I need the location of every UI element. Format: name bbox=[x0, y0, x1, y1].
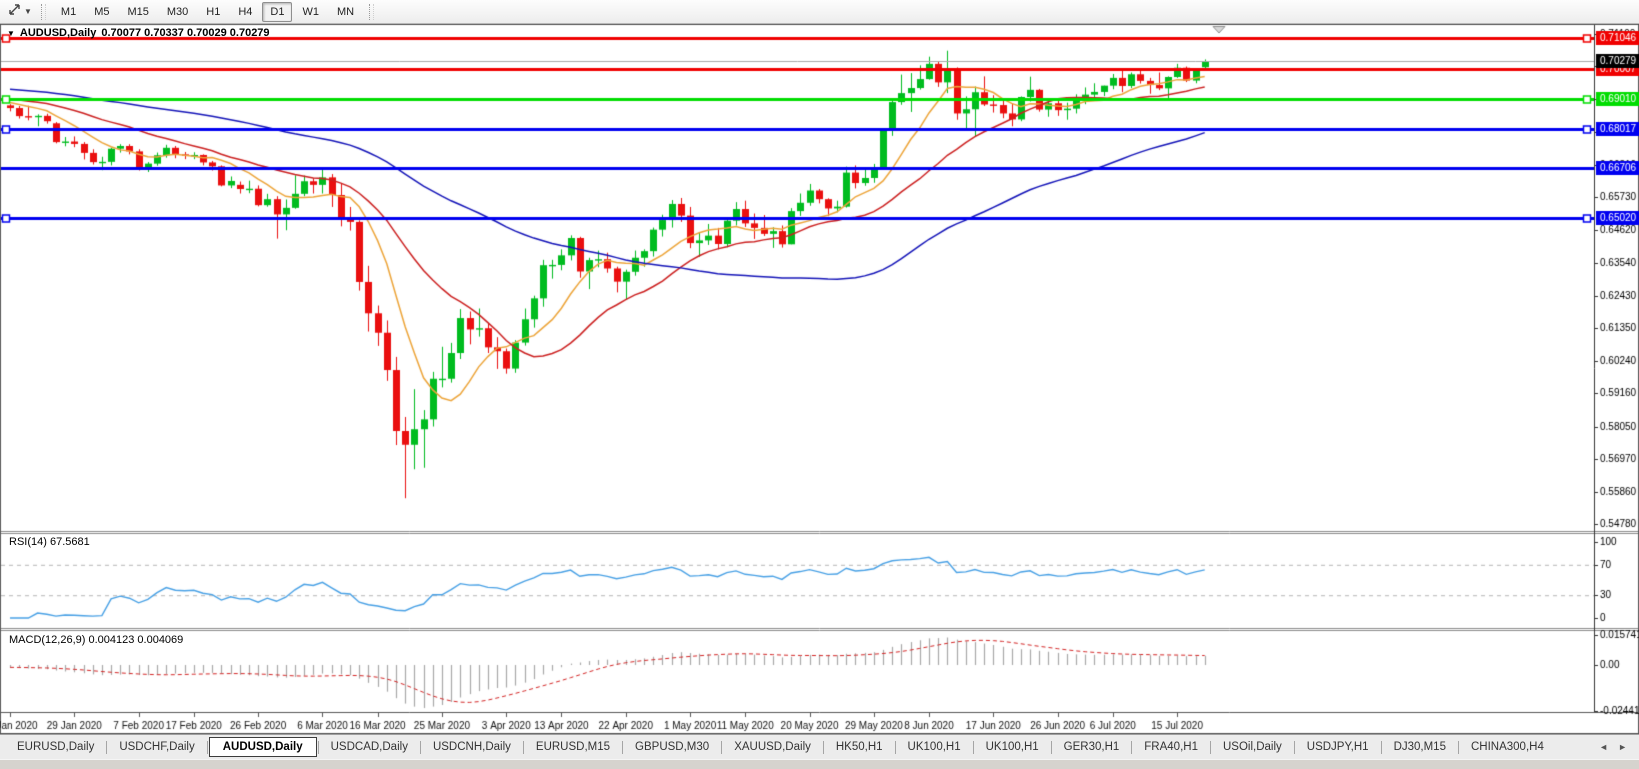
tab-divider bbox=[106, 741, 107, 754]
chart-window: ▼ AUDUSD,Daily 0.70077 0.70337 0.70029 0… bbox=[0, 24, 1639, 734]
tab-divider bbox=[1210, 741, 1211, 754]
chart-title: ▼ AUDUSD,Daily 0.70077 0.70337 0.70029 0… bbox=[7, 27, 270, 39]
chart-tab-usoil-daily[interactable]: USOil,Daily bbox=[1212, 738, 1293, 756]
toolbar: ▼ M1M5M15M30H1H4D1W1MN bbox=[0, 0, 1639, 24]
timeframe-button-m1[interactable]: M1 bbox=[53, 2, 84, 22]
tab-divider bbox=[420, 741, 421, 754]
chart-tab-hk50-h1[interactable]: HK50,H1 bbox=[825, 738, 894, 756]
tab-divider bbox=[823, 741, 824, 754]
tab-divider bbox=[1051, 741, 1052, 754]
timeframe-button-h1[interactable]: H1 bbox=[198, 2, 228, 22]
tab-divider bbox=[318, 741, 319, 754]
tab-divider bbox=[973, 741, 974, 754]
window-menu-icon[interactable]: ▼ bbox=[7, 29, 15, 38]
chart-tab-eurusd-m15[interactable]: EURUSD,M15 bbox=[525, 738, 621, 756]
chart-tab-uk100-h1[interactable]: UK100,H1 bbox=[975, 738, 1050, 756]
status-bar bbox=[0, 759, 1639, 769]
chart-tab-audusd-daily[interactable]: AUDUSD,Daily bbox=[209, 737, 317, 757]
tab-divider bbox=[523, 741, 524, 754]
chart-tab-uk100-h1[interactable]: UK100,H1 bbox=[897, 738, 972, 756]
tab-divider bbox=[1381, 741, 1382, 754]
tab-divider bbox=[622, 741, 623, 754]
timeframe-button-m15[interactable]: M15 bbox=[119, 2, 156, 22]
price-chart-canvas[interactable] bbox=[0, 24, 1639, 734]
chart-tabs-bar: EURUSD,DailyUSDCHF,DailyAUDUSD,DailyUSDC… bbox=[0, 734, 1639, 759]
chart-tab-usdcnh-daily[interactable]: USDCNH,Daily bbox=[422, 738, 522, 756]
tabs-scroll-arrows: ◄ ► bbox=[1599, 742, 1639, 752]
chart-tab-xauusd-daily[interactable]: XAUUSD,Daily bbox=[723, 738, 822, 756]
tab-divider bbox=[895, 741, 896, 754]
tab-divider bbox=[207, 741, 208, 754]
app-window: ▼ M1M5M15M30H1H4D1W1MN ▼ AUDUSD,Daily 0.… bbox=[0, 0, 1639, 769]
toolbar-grip bbox=[41, 4, 46, 20]
toolbar-grip bbox=[369, 4, 374, 20]
chevron-down-icon: ▼ bbox=[24, 8, 32, 16]
ohlc-values: 0.70077 0.70337 0.70029 0.70279 bbox=[101, 27, 269, 39]
timeframe-button-w1[interactable]: W1 bbox=[294, 2, 327, 22]
timeframe-button-m30[interactable]: M30 bbox=[159, 2, 196, 22]
rsi-label: RSI(14) 67.5681 bbox=[9, 536, 90, 548]
chart-tab-gbpusd-m30[interactable]: GBPUSD,M30 bbox=[624, 738, 720, 756]
cursor-tool-button[interactable]: ▼ bbox=[4, 1, 35, 23]
timeframe-button-h4[interactable]: H4 bbox=[230, 2, 260, 22]
tab-divider bbox=[1131, 741, 1132, 754]
chart-tab-dj30-m15[interactable]: DJ30,M15 bbox=[1383, 738, 1457, 756]
chart-tab-usdcad-daily[interactable]: USDCAD,Daily bbox=[320, 738, 419, 756]
timeframe-button-d1[interactable]: D1 bbox=[262, 2, 292, 22]
chart-tab-eurusd-daily[interactable]: EURUSD,Daily bbox=[6, 738, 105, 756]
timeframe-button-mn[interactable]: MN bbox=[329, 2, 362, 22]
tab-divider bbox=[1458, 741, 1459, 754]
timeframe-toolbar: M1M5M15M30H1H4D1W1MN bbox=[52, 2, 363, 22]
chart-tab-usdchf-daily[interactable]: USDCHF,Daily bbox=[108, 738, 205, 756]
cursor-tool-icon bbox=[7, 2, 22, 22]
chart-tab-usdjpy-h1[interactable]: USDJPY,H1 bbox=[1296, 738, 1380, 756]
timeframe-button-m5[interactable]: M5 bbox=[86, 2, 117, 22]
tabs-scroll-right-icon[interactable]: ► bbox=[1618, 742, 1627, 752]
symbol-period-label: AUDUSD,Daily bbox=[20, 27, 96, 39]
chart-tab-fra40-h1[interactable]: FRA40,H1 bbox=[1133, 738, 1209, 756]
tab-divider bbox=[721, 741, 722, 754]
chart-tab-china300-h4[interactable]: CHINA300,H4 bbox=[1460, 738, 1555, 756]
chart-tabs: EURUSD,DailyUSDCHF,DailyAUDUSD,DailyUSDC… bbox=[6, 737, 1555, 757]
tabs-scroll-left-icon[interactable]: ◄ bbox=[1599, 742, 1608, 752]
tab-divider bbox=[1294, 741, 1295, 754]
macd-label: MACD(12,26,9) 0.004123 0.004069 bbox=[9, 634, 183, 646]
chart-tab-ger30-h1[interactable]: GER30,H1 bbox=[1053, 738, 1131, 756]
